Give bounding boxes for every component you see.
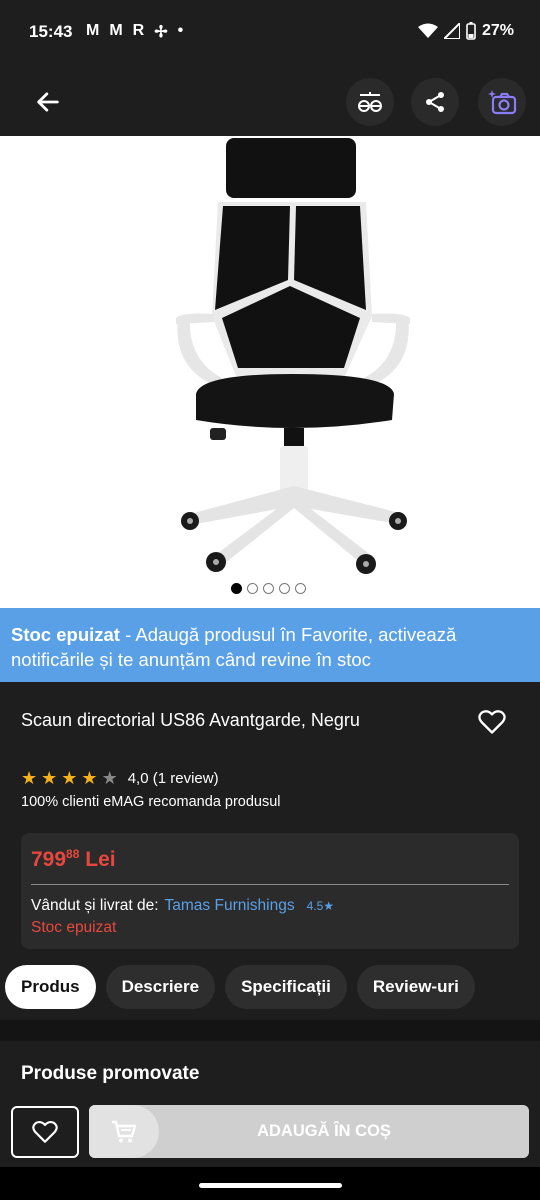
- gallery-dot[interactable]: [279, 583, 290, 594]
- back-button[interactable]: [24, 78, 72, 126]
- seller-label: Vândut și livrat de:: [31, 897, 159, 914]
- battery-percent: 27%: [481, 22, 514, 39]
- section-separator: [0, 1020, 540, 1041]
- seller-link[interactable]: Tamas Furnishings: [165, 897, 295, 915]
- bottom-action-bar: ADAUGĂ ÎN COȘ: [0, 1101, 540, 1167]
- gallery-dot[interactable]: [295, 583, 306, 594]
- gallery-dot[interactable]: [263, 583, 274, 594]
- app-bar: [0, 68, 540, 136]
- gallery-pagination[interactable]: [231, 583, 306, 594]
- add-to-favorites-button[interactable]: [11, 1106, 79, 1158]
- tab-produs[interactable]: Produs: [5, 965, 96, 1009]
- gallery-dot[interactable]: [231, 583, 242, 594]
- arrow-left-icon: [37, 92, 59, 112]
- star-icon: ★: [81, 768, 98, 788]
- tab-descriere[interactable]: Descriere: [105, 965, 216, 1009]
- price-decimals: 88: [66, 847, 80, 861]
- battery-icon: [466, 22, 476, 40]
- star-empty-icon: ★: [101, 768, 118, 788]
- rating-text: 4,0 (1 review): [127, 770, 219, 787]
- star-icon: ★: [21, 768, 38, 788]
- section-tabs: Produs Descriere Specificații Review-uri: [5, 965, 475, 1009]
- heart-icon: [32, 1120, 58, 1143]
- signal-icon: [443, 23, 460, 39]
- add-to-cart-label: ADAUGĂ ÎN COȘ: [257, 1122, 391, 1140]
- product-title: Scaun directorial US86 Avantgarde, Negru: [21, 710, 360, 730]
- share-icon: [426, 92, 444, 112]
- fan-icon: ✢: [154, 24, 168, 41]
- scale-compare-icon: [358, 92, 382, 112]
- seller-info: Vândut și livrat de: Tamas Furnishings 4…: [31, 897, 334, 915]
- tab-specificatii[interactable]: Specificații: [225, 965, 347, 1009]
- share-button[interactable]: [411, 78, 459, 126]
- recommendation-text: 100% clienti eMAG recomanda produsul: [21, 794, 281, 810]
- more-notifications-dot: •: [177, 22, 184, 39]
- gmail-icon: M: [86, 22, 100, 39]
- product-image-gallery[interactable]: [0, 136, 540, 608]
- camera-sparkle-icon: [488, 90, 517, 115]
- product-image-office-chair: [176, 138, 410, 574]
- price-card: 79988 Lei Vândut și livrat de: Tamas Fur…: [21, 833, 519, 949]
- system-navigation: [0, 1167, 540, 1200]
- wifi-icon: [417, 23, 438, 38]
- status-time: 15:43: [29, 22, 73, 41]
- gallery-dot[interactable]: [247, 583, 258, 594]
- out-of-stock-banner: Stoc epuizat - Adaugă produsul în Favori…: [0, 608, 540, 682]
- product-info: Scaun directorial US86 Avantgarde, Negru…: [0, 682, 540, 1020]
- divider: [31, 884, 509, 885]
- system-icons: 27%: [417, 22, 514, 40]
- add-to-cart-button[interactable]: ADAUGĂ ÎN COȘ: [89, 1105, 529, 1158]
- star-icon: ★: [61, 768, 78, 788]
- promoted-products-section: Produse promovate: [0, 1041, 540, 1101]
- seller-rating: 4.5★: [306, 899, 335, 913]
- heart-icon: [478, 710, 506, 734]
- stock-status: Stoc epuizat: [31, 919, 117, 936]
- price-main: 799: [31, 848, 67, 871]
- tab-review-uri[interactable]: Review-uri: [356, 965, 475, 1009]
- visual-search-button[interactable]: [478, 78, 526, 126]
- rating-row[interactable]: ★ ★ ★ ★ ★ 4,0 (1 review): [21, 768, 219, 789]
- price: 79988 Lei: [31, 847, 116, 872]
- notification-icons: M M R ✢ •: [86, 22, 183, 42]
- stock-banner-bold: Stoc epuizat: [11, 624, 120, 645]
- promoted-products-title: Produse promovate: [21, 1063, 200, 1084]
- favorite-button[interactable]: [474, 704, 510, 740]
- price-currency: Lei: [85, 848, 116, 871]
- compare-button[interactable]: [346, 78, 394, 126]
- star-icon: ★: [41, 768, 58, 788]
- status-bar: 15:43 M M R ✢ • 27%: [0, 0, 540, 68]
- gmail-icon: M: [109, 22, 123, 39]
- home-indicator[interactable]: [199, 1183, 342, 1188]
- r-app-icon: R: [132, 22, 145, 39]
